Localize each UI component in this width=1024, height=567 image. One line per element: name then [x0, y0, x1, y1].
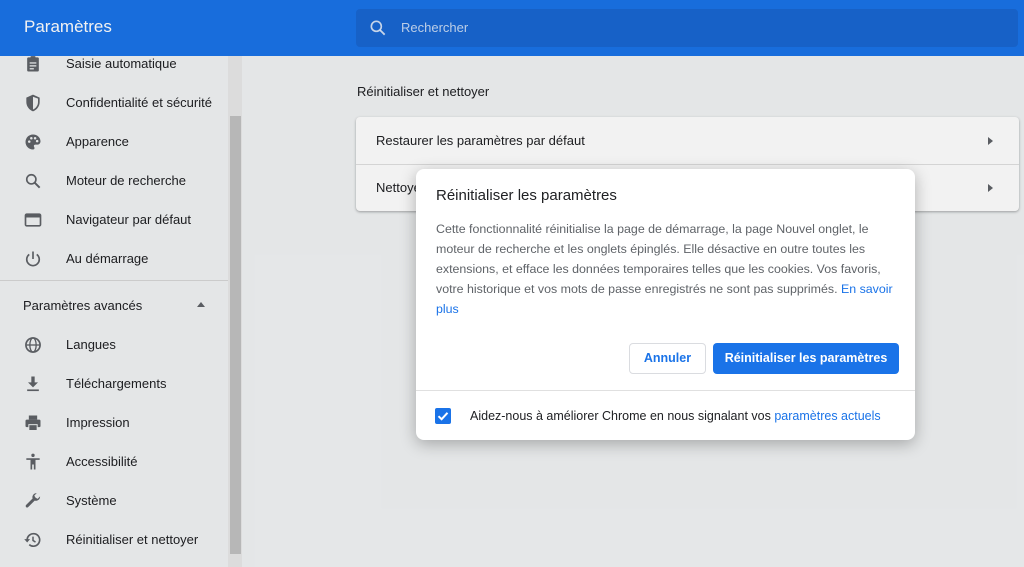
checkmark-icon: [437, 412, 449, 421]
footer-text: Aidez-nous à améliorer Chrome en nous si…: [470, 409, 881, 423]
current-settings-link[interactable]: paramètres actuels: [774, 409, 880, 423]
dialog-title: Réinitialiser les paramètres: [436, 187, 617, 204]
cancel-button[interactable]: Annuler: [629, 343, 706, 374]
dialog-body-text: Cette fonctionnalité réinitialise la pag…: [436, 222, 881, 296]
dialog-footer: Aidez-nous à améliorer Chrome en nous si…: [416, 390, 915, 440]
reset-settings-dialog: Réinitialiser les paramètres Cette fonct…: [416, 169, 915, 440]
report-settings-checkbox[interactable]: [435, 408, 451, 424]
reset-settings-button[interactable]: Réinitialiser les paramètres: [713, 343, 899, 374]
dialog-body: Cette fonctionnalité réinitialise la pag…: [436, 219, 896, 319]
footer-label: Aidez-nous à améliorer Chrome en nous si…: [470, 409, 771, 423]
